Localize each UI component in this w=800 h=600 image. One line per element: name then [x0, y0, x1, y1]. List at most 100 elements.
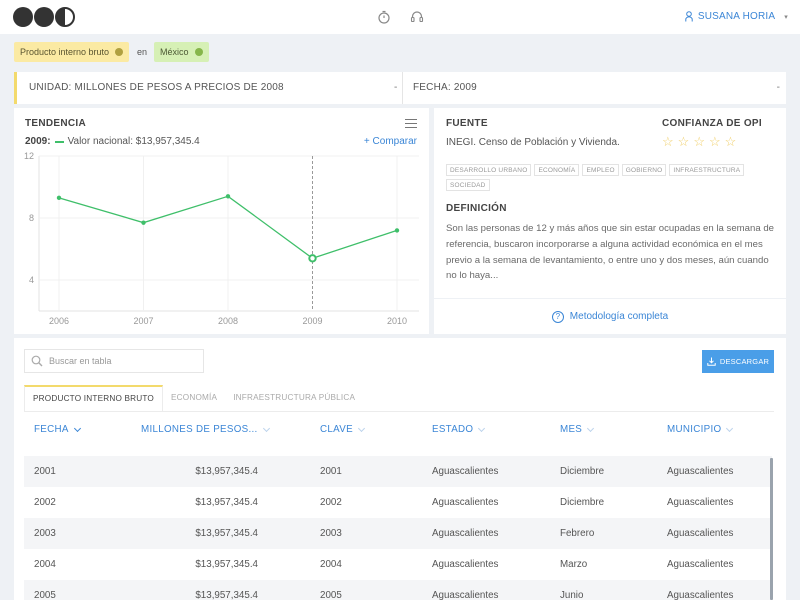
- tag[interactable]: DESARROLLO URBANO: [446, 164, 532, 176]
- table-scrollbar[interactable]: [770, 458, 773, 600]
- tab-producto-interno-bruto[interactable]: PRODUCTO INTERNO BRUTO: [24, 385, 164, 411]
- table-cell: Marzo: [560, 559, 588, 570]
- tab-economia[interactable]: ECONOMÍA: [163, 385, 225, 411]
- definition-title: DEFINICIÓN: [446, 203, 507, 214]
- column-header-mes[interactable]: MES: [560, 424, 595, 435]
- search-placeholder: Buscar en tabla: [49, 356, 112, 366]
- divider: [402, 72, 403, 104]
- tag[interactable]: ECONOMÍA: [534, 164, 580, 176]
- search-input[interactable]: Buscar en tabla: [24, 349, 204, 373]
- star-icon: ☆: [662, 134, 674, 149]
- table-cell: Diciembre: [560, 466, 605, 477]
- headset-icon[interactable]: [410, 10, 424, 24]
- table-cell: 2001: [320, 466, 342, 477]
- top-bar: SUSANA HORIA ▾: [0, 0, 800, 34]
- date-select-toggle[interactable]: -: [777, 72, 780, 104]
- trend-card: 12 8 4 2006 2007 2008 2009 2010 TENDENCIA 2009:…: [14, 108, 429, 334]
- star-icon: ☆: [724, 134, 737, 149]
- chip-dot-icon: [194, 48, 203, 56]
- table-cell: 2003: [320, 528, 342, 539]
- table-cell: 2004: [320, 559, 342, 570]
- chevron-down-icon: [357, 424, 365, 432]
- date-select[interactable]: FECHA: 2009: [413, 72, 477, 104]
- table-row[interactable]: 2003 $13,957,345.4 2003 Aguascalientes Febre…: [24, 518, 772, 549]
- filter-bar: Producto interno bruto en México: [0, 34, 800, 70]
- column-header-millones[interactable]: MILLONES DE PESOS...: [141, 424, 270, 435]
- table-cell: $13,957,345.4: [195, 590, 258, 600]
- definition-text: Son las personas de 12 y más años que si…: [446, 223, 774, 282]
- compare-link[interactable]: + Comparar: [364, 136, 417, 147]
- table-cell: 2002: [320, 497, 342, 508]
- table-cell: Aguascalientes: [432, 466, 499, 477]
- table-cell: 2004: [34, 559, 56, 570]
- tag[interactable]: SOCIEDAD: [446, 179, 490, 191]
- column-header-fecha[interactable]: FECHA: [34, 424, 81, 435]
- menu-icon[interactable]: [405, 119, 417, 129]
- column-header-clave[interactable]: CLAVE: [320, 424, 365, 435]
- table-cell: Aguascalientes: [432, 559, 499, 570]
- table-cell: Aguascalientes: [432, 497, 499, 508]
- table-cell: 2005: [320, 590, 342, 600]
- table-cell: 2003: [34, 528, 56, 539]
- x-tick-label: 2008: [218, 316, 238, 326]
- trend-title: TENDENCIA: [25, 118, 87, 129]
- methodology-link[interactable]: ? Metodología completa: [434, 299, 786, 334]
- data-point: [394, 228, 400, 233]
- chevron-down-icon: [587, 424, 595, 432]
- trend-summary: 2009: Valor nacional: $13,957,345.4: [25, 136, 200, 147]
- trend-value: Valor nacional: $13,957,345.4: [67, 136, 200, 147]
- table-cell: 2005: [34, 590, 56, 600]
- tag-list: DESARROLLO URBANO ECONOMÍA EMPLEO GOBIERNO I…: [446, 164, 756, 191]
- legend-line-icon: [54, 140, 64, 143]
- star-icon: ☆: [708, 134, 721, 149]
- table-cell: $13,957,345.4: [195, 497, 258, 508]
- chevron-down-icon: [73, 424, 81, 432]
- table-tabs: PRODUCTO INTERNO BRUTO ECONOMÍA INFRAEST…: [24, 385, 363, 411]
- help-icon: ?: [551, 310, 564, 323]
- source-title: FUENTE: [446, 118, 488, 129]
- user-icon: [685, 11, 693, 22]
- unit-select[interactable]: UNIDAD: MILLONES DE PESOS A PRECIOS DE 2…: [29, 72, 284, 104]
- table-card: Buscar en tabla DESCARGAR PRODUCTO INTER…: [14, 338, 786, 600]
- table-cell: Aguascalientes: [432, 528, 499, 539]
- table-cell: $13,957,345.4: [195, 466, 258, 477]
- x-tick-label: 2010: [387, 316, 407, 326]
- tag[interactable]: GOBIERNO: [621, 164, 667, 176]
- indicator-label: Producto interno bruto: [20, 47, 110, 57]
- column-header-estado[interactable]: ESTADO: [432, 424, 486, 435]
- table-row[interactable]: 2002 $13,957,345.4 2002 Aguascalientes Dicie…: [24, 487, 772, 518]
- logo-dot: [13, 7, 33, 27]
- timer-icon[interactable]: [377, 10, 391, 24]
- tab-infraestructura-publica[interactable]: INFRAESTRUCTURA PÚBLICA: [225, 385, 363, 411]
- table-cell: Diciembre: [560, 497, 605, 508]
- download-button[interactable]: DESCARGAR: [702, 350, 774, 373]
- confidence-title: CONFIANZA DE OPI: [662, 118, 762, 129]
- unit-select-toggle[interactable]: -: [394, 72, 397, 104]
- data-point: [225, 194, 231, 199]
- search-icon: [31, 355, 43, 367]
- column-label: MES: [560, 424, 583, 435]
- table-cell: Junio: [560, 590, 584, 600]
- table-row[interactable]: 2005 $13,957,345.4 2005 Aguascalientes Junio…: [24, 580, 772, 600]
- source-card: FUENTE INEGI. Censo de Población y Vivie…: [434, 108, 786, 298]
- area-chip[interactable]: México: [154, 42, 209, 62]
- x-tick-label: 2006: [49, 316, 69, 326]
- indicator-chip[interactable]: Producto interno bruto: [14, 42, 130, 62]
- table-body: 2001 $13,957,345.4 2001 Aguascalientes Dicie…: [24, 456, 772, 600]
- x-tick-label: 2009: [302, 316, 322, 326]
- y-tick-label: 8: [29, 213, 34, 223]
- column-header-municipio[interactable]: MUNICIPIO: [667, 424, 734, 435]
- user-menu[interactable]: SUSANA HORIA ▾: [685, 11, 788, 22]
- table-cell: Aguascalientes: [667, 559, 734, 570]
- trend-year: 2009:: [25, 136, 51, 147]
- column-label: MUNICIPIO: [667, 424, 722, 435]
- divider: [24, 411, 774, 412]
- table-row[interactable]: 2001 $13,957,345.4 2001 Aguascalientes Dicie…: [24, 456, 772, 487]
- tag[interactable]: EMPLEO: [582, 164, 619, 176]
- tag[interactable]: INFRAESTRUCTURA: [669, 164, 745, 176]
- table-row[interactable]: 2004 $13,957,345.4 2004 Aguascalientes Marzo…: [24, 549, 772, 580]
- data-point: [141, 220, 146, 225]
- table-cell: Aguascalientes: [667, 466, 734, 477]
- app-logo[interactable]: [13, 7, 75, 27]
- download-label: DESCARGAR: [719, 357, 770, 366]
